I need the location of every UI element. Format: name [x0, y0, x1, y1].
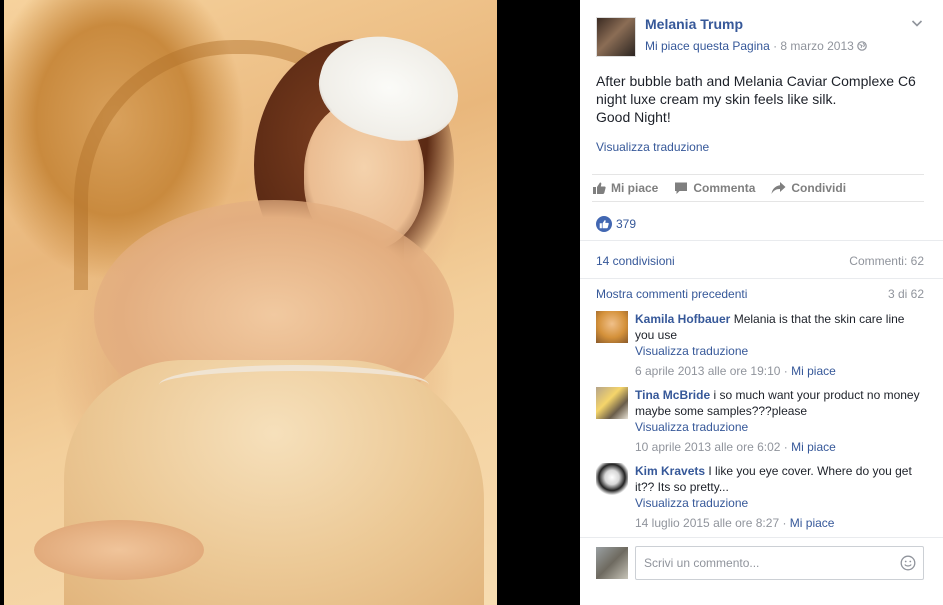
comment-meta: 6 aprile 2013 alle ore 19:10 · Mi piace — [635, 364, 836, 378]
post-translate-link[interactable]: Visualizza traduzione — [596, 140, 709, 154]
comment-composer — [596, 546, 926, 580]
post-text-line: After bubble bath and Melania Caviar Com… — [596, 73, 916, 89]
comment-meta: 10 aprile 2013 alle ore 6:02 · Mi piace — [635, 440, 836, 454]
comment-meta: 14 luglio 2015 alle ore 8:27 · Mi piace — [635, 516, 835, 530]
like-page-link[interactable]: Mi piace questa Pagina — [645, 39, 770, 53]
photo-hand — [34, 520, 204, 580]
like-button[interactable]: Mi piace — [592, 181, 658, 195]
comment-label: Commenta — [693, 181, 756, 195]
commenter-name[interactable]: Kamila Hofbauer — [635, 312, 730, 326]
comment-like-link[interactable]: Mi piace — [791, 440, 836, 454]
globe-icon — [857, 41, 867, 51]
share-icon — [771, 182, 786, 194]
like-label: Mi piace — [611, 181, 659, 195]
stats-row: 14 condivisioni Commenti: 62 — [596, 254, 924, 268]
meta-separator: · — [769, 39, 781, 53]
post-text: After bubble bath and Melania Caviar Com… — [596, 72, 926, 126]
divider — [580, 240, 943, 241]
post-meta: Mi piace questa Pagina · 8 marzo 2013 — [645, 39, 867, 53]
post-text-line: Good Night! — [596, 109, 671, 125]
comment-body: Kim Kravets I like you eye cover. Where … — [635, 463, 921, 531]
comment-input[interactable] — [635, 546, 924, 580]
comment-body: Kamila Hofbauer Melania is that the skin… — [635, 311, 921, 379]
comment-like-link[interactable]: Mi piace — [791, 364, 836, 378]
previous-comments-row: Mostra commenti precedenti 3 di 62 — [596, 287, 924, 301]
post-photo[interactable] — [4, 0, 497, 605]
reactions-summary[interactable]: 379 — [596, 216, 636, 232]
commenter-avatar[interactable] — [596, 387, 628, 419]
comments-count: Commenti: 62 — [849, 254, 924, 268]
like-reaction-icon — [596, 216, 612, 232]
show-previous-comments-link[interactable]: Mostra commenti precedenti — [596, 287, 747, 301]
post-header: Melania Trump Mi piace questa Pagina · 8… — [596, 15, 931, 59]
comment-time[interactable]: 6 aprile 2013 alle ore 19:10 — [635, 364, 780, 378]
commenter-avatar[interactable] — [596, 463, 628, 495]
post-date[interactable]: 8 marzo 2013 — [780, 39, 853, 53]
photo-rope — [159, 365, 429, 405]
comment-time[interactable]: 10 aprile 2013 alle ore 6:02 — [635, 440, 780, 454]
comment-button[interactable]: Commenta — [674, 181, 755, 195]
current-user-avatar — [596, 547, 628, 579]
comment-translate-link[interactable]: Visualizza traduzione — [635, 495, 921, 511]
thumbs-up-icon — [593, 182, 606, 194]
comment-translate-link[interactable]: Visualizza traduzione — [635, 343, 921, 359]
emoji-icon[interactable] — [900, 555, 916, 571]
commenter-name[interactable]: Kim Kravets — [635, 464, 705, 478]
post-action-bar: Mi piace Commenta Condividi — [592, 174, 924, 202]
share-label: Condividi — [791, 181, 847, 195]
post-author[interactable]: Melania Trump — [645, 16, 743, 32]
commenter-avatar[interactable] — [596, 311, 628, 343]
post-text-line: night luxe cream my skin feels like silk… — [596, 91, 837, 107]
photo-viewer — [0, 0, 580, 605]
divider — [580, 278, 943, 279]
comment-body: Tina McBride i so much want your product… — [635, 387, 921, 455]
page-avatar[interactable] — [596, 17, 636, 57]
comment-icon — [675, 182, 688, 194]
likes-count: 379 — [616, 217, 637, 231]
post-side-panel: Melania Trump Mi piace questa Pagina · 8… — [580, 0, 943, 605]
chevron-down-icon[interactable] — [911, 17, 923, 29]
shares-count[interactable]: 14 condivisioni — [596, 254, 675, 268]
divider — [580, 537, 943, 538]
comment-time[interactable]: 14 luglio 2015 alle ore 8:27 — [635, 516, 779, 530]
comment-translate-link[interactable]: Visualizza traduzione — [635, 419, 921, 435]
comments-counter: 3 di 62 — [887, 287, 924, 301]
comment-like-link[interactable]: Mi piace — [790, 516, 835, 530]
commenter-name[interactable]: Tina McBride — [635, 388, 710, 402]
share-button[interactable]: Condividi — [771, 181, 846, 195]
